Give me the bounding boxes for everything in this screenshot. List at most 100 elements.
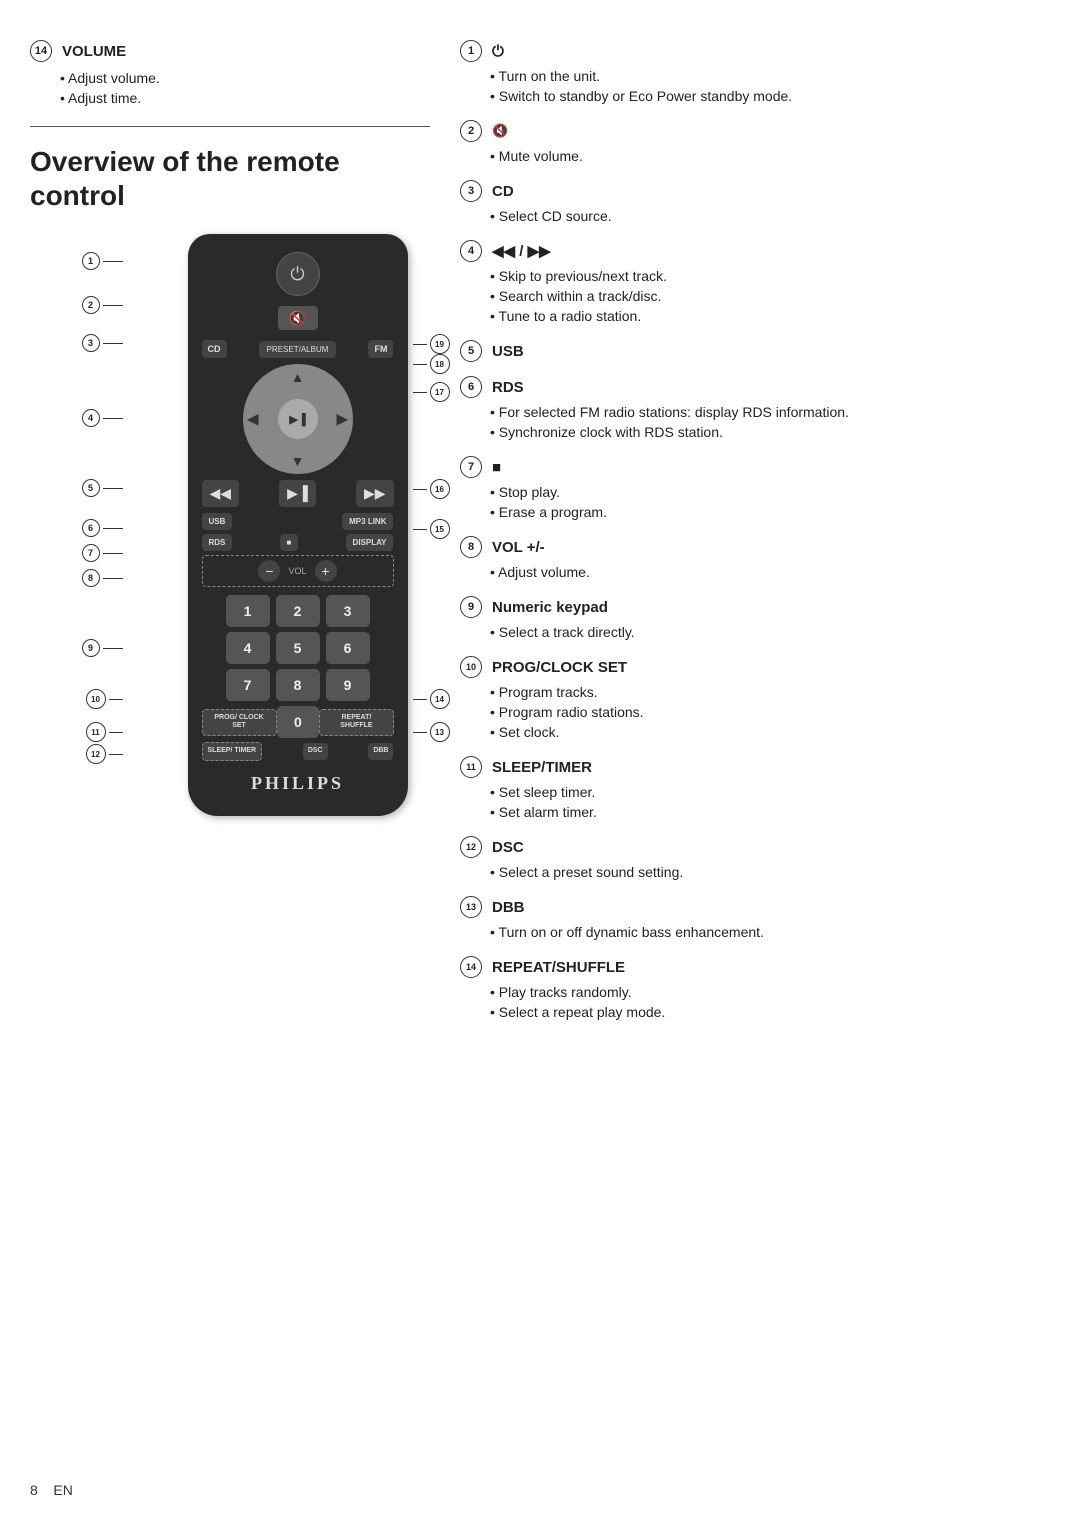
nav-left-arrow[interactable]: ◀	[248, 411, 259, 428]
item-11: 11 SLEEP/TIMER Set sleep timer. Set alar…	[460, 756, 1050, 822]
cd-button[interactable]: CD	[202, 340, 227, 358]
power-button-row: ⏻	[202, 252, 394, 296]
num-1-button[interactable]: 1	[226, 595, 270, 627]
item-8-bullets: Adjust volume.	[460, 562, 1050, 582]
right-column: 1 ⏻ Turn on the unit. Switch to standby …	[450, 40, 1050, 1036]
item-12-bullet-0: Select a preset sound setting.	[490, 862, 1050, 882]
num-8-button[interactable]: 8	[276, 669, 320, 701]
nav-circle-wrap: ▲ ▼ ◀ ▶ ▶▐	[202, 364, 394, 474]
item-2-bullets: Mute volume.	[460, 146, 1050, 166]
callout-17: 17	[430, 382, 450, 402]
item-12-badge: 12	[460, 836, 482, 858]
item-4-title-row: 4 ◀◀ / ▶▶	[460, 240, 1050, 262]
item-13-title: DBB	[492, 899, 525, 916]
nav-play-button[interactable]: ▶▐	[278, 399, 318, 439]
item-13-bullets: Turn on or off dynamic bass enhancement.	[460, 922, 1050, 942]
sleep-timer-button[interactable]: SLEEP/ TIMER	[202, 742, 263, 760]
item-6-bullet-1: Synchronize clock with RDS station.	[490, 422, 1050, 442]
item-10-bullet-1: Program radio stations.	[490, 702, 1050, 722]
page-lang: EN	[53, 1482, 72, 1498]
volume-section: 14 VOLUME Adjust volume. Adjust time.	[30, 40, 430, 108]
nav-up-arrow[interactable]: ▲	[291, 369, 305, 385]
prev-button[interactable]: ◀◀	[202, 480, 240, 507]
dsc-button[interactable]: DSC	[303, 743, 328, 759]
callout-14-right: 14	[430, 689, 450, 709]
mp3-link-button[interactable]: MP3 LINK	[342, 513, 393, 530]
num-4-button[interactable]: 4	[226, 632, 270, 664]
mute-button[interactable]: 🔇	[278, 306, 318, 330]
item-9-badge: 9	[460, 596, 482, 618]
num-5-button[interactable]: 5	[276, 632, 320, 664]
item-11-badge: 11	[460, 756, 482, 778]
stop-button[interactable]: ■	[280, 534, 299, 551]
nav-down-arrow[interactable]: ▼	[291, 453, 305, 469]
item-8-bullet-0: Adjust volume.	[490, 562, 1050, 582]
item-14-badge: 14	[460, 956, 482, 978]
item-3-bullet-0: Select CD source.	[490, 206, 1050, 226]
item-4-bullets: Skip to previous/next track. Search with…	[460, 266, 1050, 326]
item-8-title-row: 8 VOL +/-	[460, 536, 1050, 558]
item-11-title-row: 11 SLEEP/TIMER	[460, 756, 1050, 778]
rds-button[interactable]: RDS	[202, 534, 233, 551]
item-1-bullet-1: Switch to standby or Eco Power standby m…	[490, 86, 1050, 106]
display-button[interactable]: DISPLAY	[346, 534, 394, 551]
next-button[interactable]: ▶▶	[356, 480, 394, 507]
item-4-badge: 4	[460, 240, 482, 262]
item-11-bullets: Set sleep timer. Set alarm timer.	[460, 782, 1050, 822]
num-7-button[interactable]: 7	[226, 669, 270, 701]
power-icon: ⏻	[290, 264, 304, 285]
item-2-symbol: 🔇	[492, 123, 508, 139]
callout-7: 7	[82, 544, 100, 562]
rds-row: RDS ■ DISPLAY	[202, 534, 394, 551]
item-11-bullet-0: Set sleep timer.	[490, 782, 1050, 802]
prog-clock-button[interactable]: PROG/ CLOCK SET	[202, 709, 277, 736]
preset-album-button[interactable]: PRESET/ALBUM	[259, 341, 337, 358]
callout-2: 2	[82, 296, 100, 314]
vol-minus-button[interactable]: −	[258, 560, 280, 582]
fm-button[interactable]: FM	[368, 340, 393, 358]
num-3-button[interactable]: 3	[326, 595, 370, 627]
item-6-bullets: For selected FM radio stations: display …	[460, 402, 1050, 442]
callout-9: 9	[82, 639, 100, 657]
volume-badge: 14	[30, 40, 52, 62]
item-6-title: RDS	[492, 379, 524, 396]
prog-row: PROG/ CLOCK SET 0 REPEAT/ SHUFFLE	[202, 706, 394, 738]
item-8-title: VOL +/-	[492, 539, 545, 556]
callout-13: 13	[430, 722, 450, 742]
num-0-button[interactable]: 0	[277, 706, 320, 738]
dbb-button[interactable]: DBB	[368, 743, 393, 759]
volume-label: VOLUME	[62, 43, 126, 60]
item-14-title: REPEAT/SHUFFLE	[492, 959, 625, 976]
item-1-title-row: 1 ⏻	[460, 40, 1050, 62]
usb-button[interactable]: USB	[202, 513, 233, 530]
item-10: 10 PROG/CLOCK SET Program tracks. Progra…	[460, 656, 1050, 742]
callout-18: 18	[430, 354, 450, 374]
item-1-badge: 1	[460, 40, 482, 62]
item-7-bullets: Stop play. Erase a program.	[460, 482, 1050, 522]
transport-row: ◀◀ ▶▐ ▶▶	[202, 480, 394, 507]
volume-bullet-1: Adjust volume.	[60, 68, 430, 88]
item-9: 9 Numeric keypad Select a track directly…	[460, 596, 1050, 642]
item-4-bullet-2: Tune to a radio station.	[490, 306, 1050, 326]
num-9-button[interactable]: 9	[326, 669, 370, 701]
callout-4: 4	[82, 409, 100, 427]
item-10-title: PROG/CLOCK SET	[492, 659, 627, 676]
power-button[interactable]: ⏻	[276, 252, 320, 296]
nav-right-arrow[interactable]: ▶	[337, 411, 348, 428]
numpad-row-3: 7 8 9	[202, 669, 394, 701]
vol-row: − VOL +	[202, 555, 394, 587]
repeat-shuffle-button[interactable]: REPEAT/ SHUFFLE	[319, 709, 393, 736]
item-14-bullets: Play tracks randomly. Select a repeat pl…	[460, 982, 1050, 1022]
item-6-bullet-0: For selected FM radio stations: display …	[490, 402, 1050, 422]
remote-diagram: 1 2 3	[30, 234, 450, 815]
play-pause-button[interactable]: ▶▐	[279, 480, 316, 507]
item-13-bullet-0: Turn on or off dynamic bass enhancement.	[490, 922, 1050, 942]
vol-label: VOL	[288, 566, 306, 576]
num-2-button[interactable]: 2	[276, 595, 320, 627]
bottom-row: SLEEP/ TIMER DSC DBB	[202, 742, 394, 760]
item-12-title-row: 12 DSC	[460, 836, 1050, 858]
item-8-badge: 8	[460, 536, 482, 558]
vol-plus-button[interactable]: +	[315, 560, 337, 582]
item-2-title-row: 2 🔇	[460, 120, 1050, 142]
num-6-button[interactable]: 6	[326, 632, 370, 664]
